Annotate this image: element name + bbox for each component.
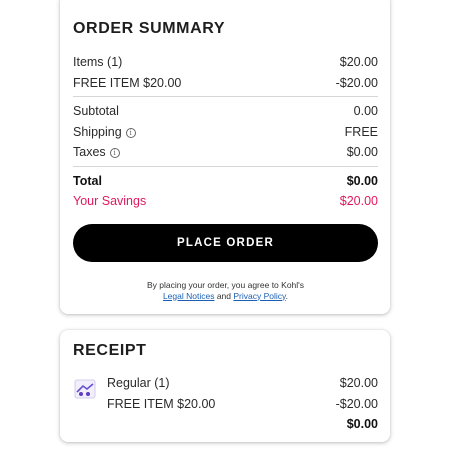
receipt-card: RECEIPT Regular (1) $20.00 FREE ITEM $20… bbox=[60, 330, 390, 442]
taxes-label: Taxes bbox=[73, 145, 106, 160]
order-summary-card: ORDER SUMMARY Items (1) $20.00 FREE ITEM… bbox=[60, 0, 390, 314]
items-value: $20.00 bbox=[339, 55, 378, 70]
free-item-label: FREE ITEM $20.00 bbox=[73, 75, 182, 90]
shipping-row: Shipping i FREE bbox=[73, 122, 378, 143]
receipt-total-row: $0.00 bbox=[107, 414, 378, 435]
divider bbox=[73, 96, 378, 97]
receipt-item-row: Regular (1) $20.00 bbox=[107, 373, 378, 394]
shipping-info-icon[interactable]: i bbox=[125, 127, 136, 138]
subtotal-row: Subtotal 0.00 bbox=[73, 101, 378, 122]
legal-prefix-text: By placing your order, you agree to Kohl… bbox=[146, 279, 305, 290]
legal-notices-link[interactable]: Legal Notices bbox=[163, 291, 215, 301]
total-row: Total $0.00 bbox=[73, 171, 378, 192]
place-order-button[interactable]: PLACE ORDER bbox=[73, 223, 378, 262]
savings-label: Your Savings bbox=[73, 194, 147, 209]
subtotal-value: 0.00 bbox=[353, 104, 378, 119]
legal-and-text: and bbox=[216, 290, 232, 301]
total-value: $0.00 bbox=[346, 173, 378, 188]
product-thumbnail-icon bbox=[74, 379, 96, 399]
shipping-value: FREE bbox=[344, 124, 378, 139]
free-item-value: -$20.00 bbox=[335, 75, 378, 90]
savings-value: $20.00 bbox=[339, 194, 378, 209]
legal-suffix-text: . bbox=[285, 290, 289, 301]
items-label: Items (1) bbox=[73, 55, 123, 70]
taxes-info-icon[interactable]: i bbox=[109, 148, 120, 159]
receipt-title: RECEIPT bbox=[73, 342, 147, 359]
taxes-row: Taxes i $0.00 bbox=[73, 142, 378, 163]
receipt-item-value: $20.00 bbox=[339, 376, 378, 391]
receipt-item-label: Regular (1) bbox=[107, 376, 170, 391]
divider bbox=[73, 165, 378, 167]
legal-notice: By placing your order, you agree to Kohl… bbox=[73, 280, 378, 302]
receipt-free-item-value: -$20.00 bbox=[335, 396, 378, 411]
receipt-total-value: $0.00 bbox=[346, 417, 378, 432]
total-label: Total bbox=[73, 173, 102, 188]
savings-row: Your Savings $20.00 bbox=[73, 191, 378, 212]
receipt-free-item-row: FREE ITEM $20.00 -$20.00 bbox=[107, 394, 378, 415]
receipt-free-item-label: FREE ITEM $20.00 bbox=[107, 396, 216, 411]
taxes-value: $0.00 bbox=[346, 145, 378, 160]
subtotal-label: Subtotal bbox=[73, 104, 119, 119]
order-summary-title: ORDER SUMMARY bbox=[73, 20, 226, 37]
shipping-label: Shipping bbox=[73, 124, 122, 139]
free-item-row: FREE ITEM $20.00 -$20.00 bbox=[73, 73, 378, 94]
privacy-policy-link[interactable]: Privacy Policy bbox=[233, 291, 285, 301]
items-row: Items (1) $20.00 bbox=[73, 52, 378, 73]
